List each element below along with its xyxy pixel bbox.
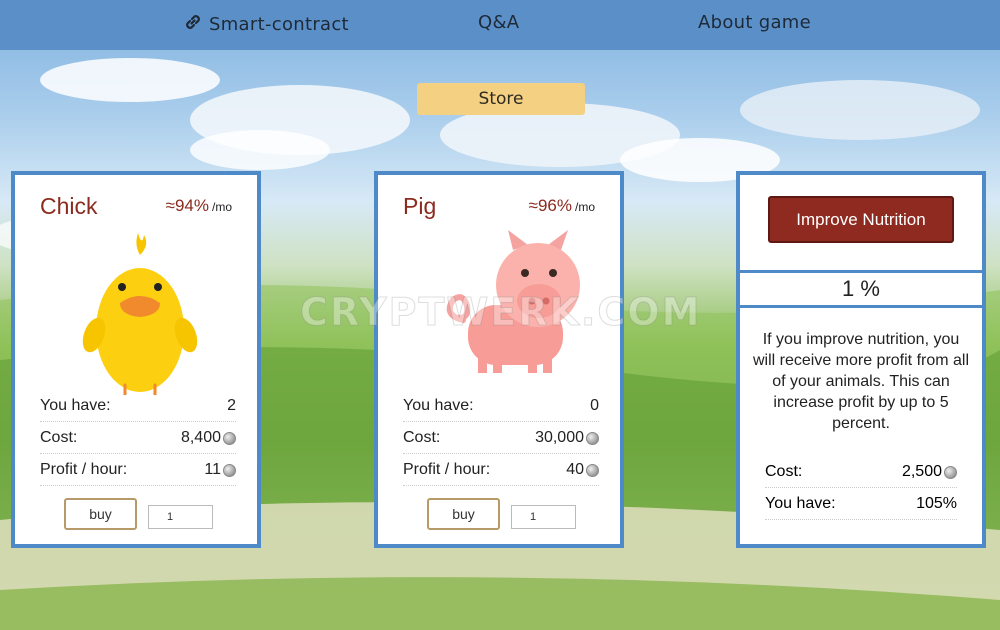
nutrition-cost-row: Cost: 2,500 (765, 457, 957, 488)
rate-unit: /mo (574, 200, 595, 214)
you-have-value: 105% (916, 495, 957, 512)
cost-value: 30,000 (535, 429, 584, 446)
animal-name: Pig (403, 193, 437, 219)
profit-value: 40 (566, 461, 584, 478)
watermark-text: CRYPTWERK.COM (299, 290, 702, 335)
you-have-row: You have: 0 (403, 391, 599, 422)
link-icon (183, 12, 203, 37)
you-have-value: 2 (227, 397, 236, 414)
cost-row: Cost: 8,400 (40, 423, 236, 454)
cost-row: Cost: 30,000 (403, 423, 599, 454)
nutrition-you-have-row: You have: 105% (765, 489, 957, 520)
monthly-rate: ≈96%/mo (529, 196, 595, 216)
animal-card-chick: Chick ≈94%/mo You have: 2 Cost: 8,400 Pr… (11, 171, 261, 548)
nav-smart-contract[interactable]: Smart-contract (183, 12, 349, 37)
buy-button[interactable]: buy (64, 498, 137, 530)
you-have-label: You have: (765, 495, 836, 512)
profit-row: Profit / hour: 40 (403, 455, 599, 486)
nav-about-game[interactable]: About game (698, 12, 811, 33)
top-nav-bar: Smart-contract Q&A About game (0, 0, 1000, 50)
buy-button[interactable]: buy (427, 498, 500, 530)
cost-value: 2,500 (901, 463, 942, 480)
store-button[interactable]: Store (417, 83, 585, 115)
rate-value: ≈96% (528, 196, 572, 215)
coin-icon (586, 463, 599, 477)
quantity-input[interactable] (511, 505, 576, 529)
rate-unit: /mo (211, 200, 232, 214)
you-have-value: 0 (590, 397, 599, 414)
nutrition-panel: Improve Nutrition 1 % If you improve nut… (736, 171, 986, 548)
monthly-rate: ≈94%/mo (166, 196, 232, 216)
nav-smart-contract-label: Smart-contract (209, 14, 349, 35)
cost-label: Cost: (40, 429, 78, 446)
coin-icon (223, 463, 236, 477)
coin-icon (944, 465, 957, 479)
quantity-input[interactable] (148, 505, 213, 529)
profit-label: Profit / hour: (403, 461, 491, 478)
profit-label: Profit / hour: (40, 461, 128, 478)
profit-row: Profit / hour: 11 (40, 455, 236, 486)
you-have-row: You have: 2 (40, 391, 236, 422)
animal-name: Chick (40, 193, 98, 219)
chick-icon (82, 233, 198, 395)
cost-label: Cost: (765, 463, 803, 480)
animal-card-pig: Pig ≈96%/mo You have: 0 Cost: 30,000 Pro… (374, 171, 624, 548)
nutrition-description: If you improve nutrition, you will recei… (752, 331, 970, 432)
improve-nutrition-button[interactable]: Improve Nutrition (768, 196, 954, 243)
profit-value: 11 (204, 461, 221, 478)
coin-icon (586, 431, 599, 445)
cost-value: 8,400 (180, 429, 221, 446)
you-have-label: You have: (403, 397, 474, 414)
nav-qa[interactable]: Q&A (478, 12, 519, 33)
cost-label: Cost: (403, 429, 441, 446)
rate-value: ≈94% (165, 196, 209, 215)
you-have-label: You have: (40, 397, 111, 414)
nutrition-percent: 1 % (740, 270, 982, 308)
coin-icon (223, 431, 236, 445)
